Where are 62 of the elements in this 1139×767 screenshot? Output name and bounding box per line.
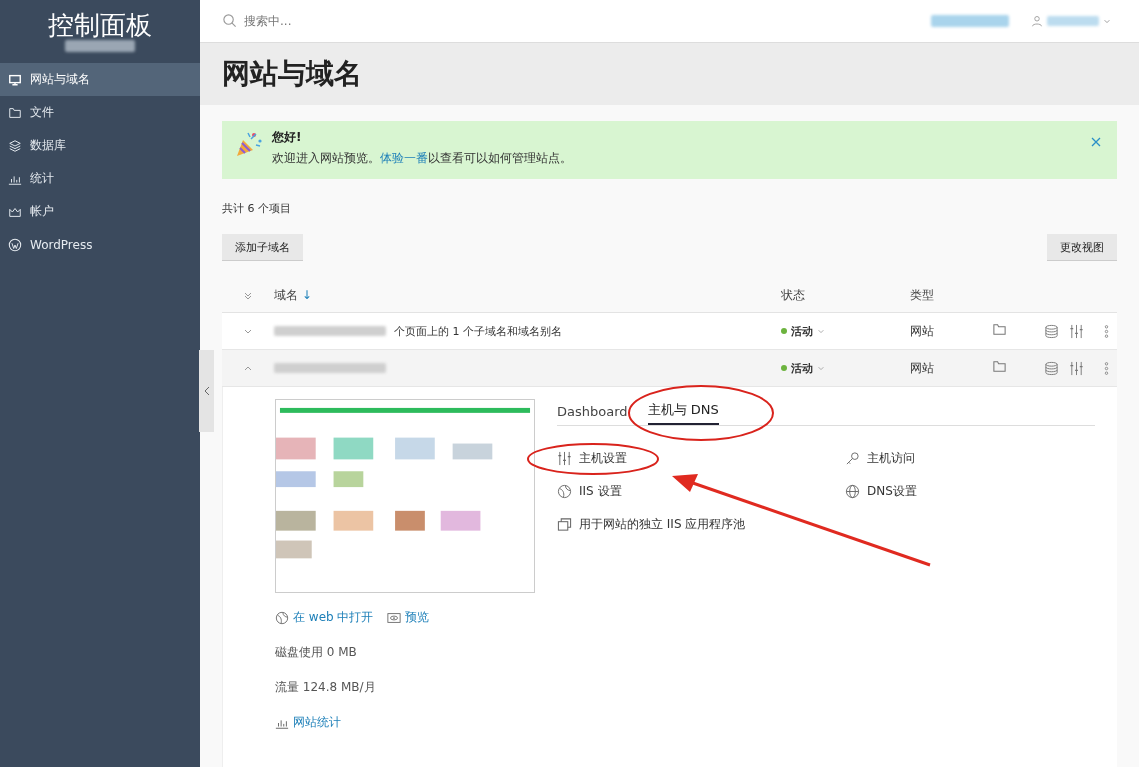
window-icon	[557, 517, 572, 532]
sidebar-item[interactable]: 统计	[0, 162, 200, 195]
action-link[interactable]: 主机设置	[557, 450, 627, 467]
sidebar-title: 控制面板	[48, 11, 152, 40]
user-icon	[1031, 14, 1043, 27]
caret-icon	[817, 327, 825, 336]
column-header[interactable]: 状态	[781, 287, 910, 304]
domain-summary: 个页面上的 1 个子域名和域名别名	[394, 323, 562, 339]
folder-icon	[992, 322, 1007, 337]
sliders-icon	[557, 451, 572, 466]
status-dropdown[interactable]: 活动	[781, 360, 825, 376]
tab[interactable]: Dashboard	[557, 404, 628, 425]
close-icon	[1091, 137, 1101, 147]
add-subdomain-button[interactable]: 添加子域名	[222, 234, 303, 261]
column-header[interactable]: 类型	[910, 287, 992, 304]
folder-icon	[992, 359, 1007, 374]
status-dropdown[interactable]: 活动	[781, 323, 825, 339]
column-header[interactable]: 域名 ↓	[274, 287, 781, 304]
site-stats-link[interactable]: 网站统计	[275, 714, 341, 731]
globe-icon	[845, 484, 860, 499]
banner-title: 您好!	[272, 129, 303, 146]
domain-row[interactable]: 活动 网站	[222, 350, 1117, 387]
action-link[interactable]: 主机访问	[845, 450, 915, 467]
action-link[interactable]: DNS设置	[845, 483, 917, 500]
type-cell-text: 网站	[910, 359, 935, 377]
disk-usage: 磁盘使用 0 MB	[275, 644, 357, 661]
user-menu[interactable]	[1031, 14, 1111, 27]
wordpress-icon	[8, 237, 22, 252]
expand-all-icon	[243, 290, 253, 301]
type-cell-text: 网站	[910, 322, 935, 340]
eye-icon	[387, 610, 402, 625]
monitor-icon	[8, 72, 22, 87]
globe-icon	[557, 484, 572, 499]
action-link[interactable]: 用于网站的独立 IIS 应用程序池	[557, 516, 746, 533]
database-icon[interactable]	[1044, 360, 1059, 376]
database-icon[interactable]	[1044, 323, 1059, 339]
tab[interactable]: 主机与 DNS	[647, 401, 719, 425]
banner-message: 欢迎进入网站预览。体验一番以查看可以如何管理站点。	[272, 150, 573, 167]
sidebar-item[interactable]: WordPress	[0, 228, 200, 261]
action-link[interactable]: IIS 设置	[557, 483, 622, 500]
sidebar-item[interactable]: 文件	[0, 96, 200, 129]
search-icon	[222, 13, 237, 29]
page-title: 网站与域名	[222, 55, 362, 92]
sidebar-item[interactable]: 数据库	[0, 129, 200, 162]
layers-icon	[8, 138, 22, 153]
traffic-usage: 流量 124.8 MB/月	[275, 679, 376, 696]
open-in-web-link[interactable]: 在 web 中打开	[275, 609, 374, 626]
preview-link[interactable]: 预览	[387, 609, 430, 626]
sidebar-item[interactable]: 帐户	[0, 195, 200, 228]
item-count: 共计 6 个项目	[222, 201, 292, 216]
change-view-button[interactable]: 更改视图	[1047, 234, 1117, 261]
domain-row[interactable]: 个页面上的 1 个子域名和域名别名 活动 网站	[222, 313, 1117, 350]
tour-link[interactable]: 体验一番	[380, 151, 428, 165]
chevron-left-icon	[203, 386, 210, 396]
caret-icon	[817, 364, 825, 373]
sidebar-item[interactable]: 网站与域名	[0, 63, 200, 96]
folder-icon	[8, 105, 22, 120]
globe-icon	[275, 610, 289, 625]
sliders-icon	[1069, 360, 1084, 376]
redacted-text	[65, 39, 135, 52]
key-icon	[845, 451, 860, 466]
sliders-icon	[1069, 323, 1084, 339]
